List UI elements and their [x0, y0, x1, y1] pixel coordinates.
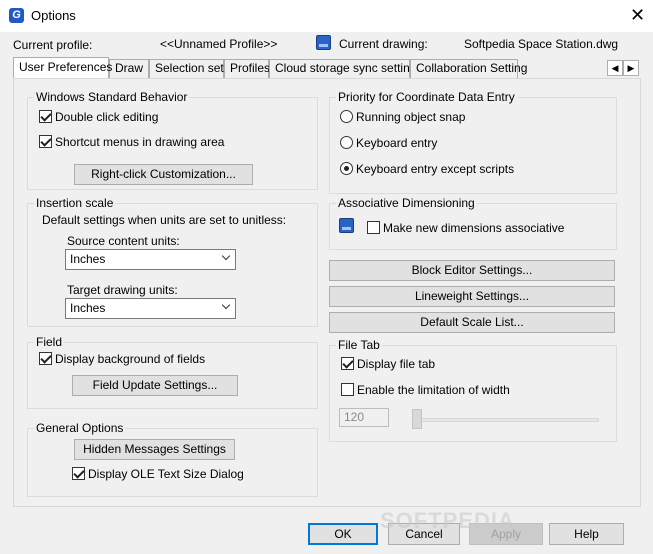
hidden-messages-settings-button[interactable]: Hidden Messages Settings: [74, 439, 235, 460]
right-click-customization-button[interactable]: Right-click Customization...: [74, 164, 253, 185]
lineweight-settings-button[interactable]: Lineweight Settings...: [329, 286, 615, 307]
width-slider-thumb[interactable]: [412, 409, 422, 429]
make-new-associative-checkbox[interactable]: [367, 221, 380, 234]
help-button[interactable]: Help: [549, 523, 624, 545]
target-units-select[interactable]: Inches: [65, 298, 236, 319]
associative-title: Associative Dimensioning: [336, 196, 477, 210]
display-background-label: Display background of fields: [55, 352, 206, 366]
enable-width-limit-checkbox[interactable]: [341, 383, 354, 396]
dimension-icon: [339, 218, 354, 233]
display-file-tab-checkbox[interactable]: [341, 357, 354, 370]
tab-cloud-storage[interactable]: Cloud storage sync settings: [269, 59, 422, 78]
double-click-checkbox[interactable]: [39, 110, 52, 123]
drawing-file-icon: [316, 35, 331, 50]
source-units-value: Inches: [70, 252, 106, 266]
insertion-scale-description: Default settings when units are set to u…: [42, 213, 287, 227]
width-slider-track[interactable]: [412, 418, 599, 422]
chevron-down-icon: [221, 300, 231, 310]
default-scale-list-button[interactable]: Default Scale List...: [329, 312, 615, 333]
shortcut-menus-checkbox[interactable]: [39, 135, 52, 148]
tab-scroll-right-icon[interactable]: ▶: [623, 60, 639, 76]
tab-scroll-left-icon[interactable]: ◀: [607, 60, 623, 76]
target-units-value: Inches: [70, 301, 106, 315]
watermark: SOFTPEDIA: [380, 508, 515, 533]
app-logo-icon: G: [9, 8, 24, 23]
window-title: Options: [31, 8, 76, 23]
current-drawing-label: Current drawing:: [339, 37, 428, 51]
target-units-label: Target drawing units:: [67, 283, 178, 297]
keyboard-entry-label: Keyboard entry: [356, 136, 438, 150]
field-title: Field: [34, 335, 65, 349]
tab-profiles[interactable]: Profiles: [224, 59, 270, 78]
close-icon[interactable]: ✕: [622, 0, 653, 30]
current-profile-value: <<Unnamed Profile>>: [160, 37, 278, 51]
source-units-select[interactable]: Inches: [65, 249, 236, 270]
chevron-down-icon: [221, 251, 231, 261]
running-object-snap-label: Running object snap: [356, 110, 466, 124]
keyboard-entry-except-scripts-radio[interactable]: [340, 162, 353, 175]
enable-width-limit-label: Enable the limitation of width: [357, 383, 510, 397]
source-units-label: Source content units:: [67, 234, 180, 248]
current-drawing-value: Softpedia Space Station.dwg: [464, 37, 619, 51]
ok-button[interactable]: OK: [308, 523, 378, 545]
display-background-checkbox[interactable]: [39, 352, 52, 365]
general-options-title: General Options: [34, 421, 126, 435]
keyboard-entry-radio[interactable]: [340, 136, 353, 149]
display-file-tab-label: Display file tab: [357, 357, 436, 371]
priority-title: Priority for Coordinate Data Entry: [336, 90, 517, 104]
tab-collaboration[interactable]: Collaboration Setting: [410, 59, 527, 78]
current-profile-label: Current profile:: [13, 38, 93, 52]
tab-selection-set[interactable]: Selection set: [149, 59, 224, 78]
file-tab-title: File Tab: [336, 338, 382, 352]
display-ole-label: Display OLE Text Size Dialog: [88, 467, 244, 481]
running-object-snap-radio[interactable]: [340, 110, 353, 123]
display-ole-checkbox[interactable]: [72, 467, 85, 480]
tab-draw[interactable]: Draw: [109, 59, 149, 78]
windows-standard-title: Windows Standard Behavior: [34, 90, 190, 104]
title-bar: [0, 0, 653, 32]
keyboard-entry-except-scripts-label: Keyboard entry except scripts: [356, 162, 515, 176]
make-new-associative-label: Make new dimensions associative: [383, 221, 565, 235]
double-click-label: Double click editing: [55, 110, 159, 124]
field-update-settings-button[interactable]: Field Update Settings...: [72, 375, 238, 396]
tab-user-preferences[interactable]: User Preferences: [13, 57, 112, 78]
block-editor-settings-button[interactable]: Block Editor Settings...: [329, 260, 615, 281]
width-value-input[interactable]: 120: [339, 408, 389, 427]
shortcut-menus-label: Shortcut menus in drawing area: [55, 135, 225, 149]
insertion-scale-title: Insertion scale: [34, 196, 116, 210]
